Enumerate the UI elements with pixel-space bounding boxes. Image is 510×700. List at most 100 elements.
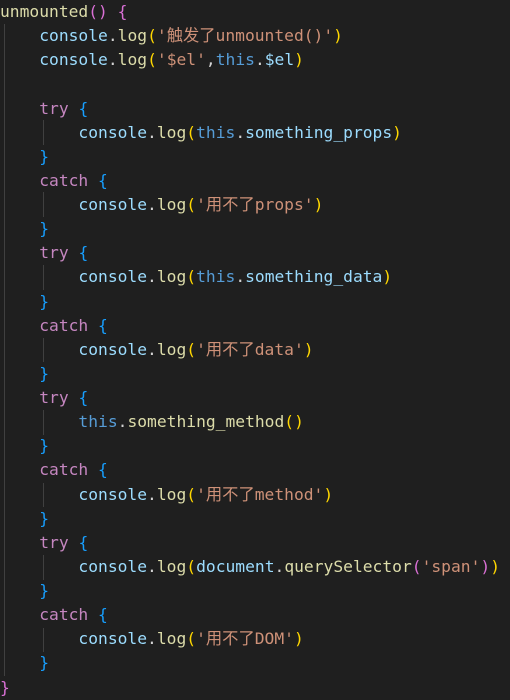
code-line[interactable]: try { [0, 386, 510, 410]
code-token: . [147, 195, 157, 214]
code-line[interactable]: } [0, 145, 510, 169]
code-token: console [39, 26, 108, 46]
code-line[interactable]: } [0, 434, 510, 458]
code-token: . [147, 122, 157, 142]
code-line[interactable]: } [0, 217, 510, 241]
code-line[interactable]: catch { [0, 169, 510, 193]
code-token: console [78, 339, 148, 359]
code-token: log [117, 50, 148, 70]
code-token: catch [39, 605, 89, 625]
code-token: ( [186, 195, 197, 214]
code-token: ) [98, 2, 108, 21]
code-line[interactable]: console.log('$el',this.$el) [0, 48, 510, 72]
code-token: log [156, 484, 187, 504]
code-token: { [78, 243, 89, 263]
code-token: 'span' [421, 556, 481, 576]
code-line[interactable]: try { [0, 531, 510, 555]
code-token: something_props [245, 122, 393, 142]
code-token: ) [313, 195, 324, 214]
code-token: ( [147, 50, 157, 70]
code-line[interactable]: console.log('触发了unmounted()') [0, 24, 510, 48]
code-line[interactable]: catch { [0, 603, 510, 627]
code-token: ) [490, 556, 501, 576]
code-line[interactable]: } [0, 651, 510, 675]
code-token: log [156, 267, 187, 287]
code-token: ( [284, 412, 295, 432]
code-line[interactable]: } [0, 579, 510, 603]
code-token: ( [186, 122, 197, 142]
code-line[interactable]: catch { [0, 314, 510, 338]
code-token: ( [186, 484, 197, 504]
code-line[interactable]: this.something_method() [0, 410, 510, 434]
code-token: '用不了DOM' [196, 629, 294, 649]
code-line[interactable]: catch { [0, 458, 510, 482]
code-line[interactable]: } [0, 362, 510, 386]
code-line[interactable] [0, 72, 510, 96]
code-token: document [196, 556, 275, 576]
code-token: } [39, 363, 50, 383]
code-token: try [39, 98, 69, 118]
code-token: { [98, 605, 108, 625]
code-token: { [117, 2, 128, 21]
code-token: . [147, 267, 157, 287]
code-token: } [39, 508, 50, 528]
code-line[interactable]: try { [0, 97, 510, 121]
code-token: ) [323, 484, 334, 504]
code-line[interactable]: try { [0, 241, 510, 265]
code-line[interactable]: unmounted() { [0, 0, 510, 24]
code-token: this [78, 412, 118, 432]
code-line[interactable]: console.log('用不了method') [0, 483, 510, 507]
code-token: ) [382, 267, 393, 287]
code-token: . [147, 629, 157, 649]
code-line[interactable]: console.log(this.something_data) [0, 265, 510, 289]
code-token: { [78, 388, 89, 407]
code-token: this [215, 50, 255, 70]
code-line[interactable]: console.log('用不了props') [0, 193, 510, 217]
code-line[interactable]: } [0, 676, 510, 700]
code-line[interactable]: console.log(document.querySelector('span… [0, 555, 510, 579]
code-token: unmounted [0, 2, 89, 21]
code-token: console [78, 629, 148, 649]
code-token: . [117, 412, 128, 432]
code-token: log [156, 195, 187, 214]
code-token: { [78, 532, 89, 552]
code-token: '用不了method' [196, 484, 324, 504]
code-token: } [39, 291, 50, 311]
code-line[interactable]: console.log(this.something_props) [0, 121, 510, 145]
code-token: } [0, 677, 10, 697]
code-token: } [39, 219, 50, 239]
code-line[interactable]: console.log('用不了DOM') [0, 627, 510, 651]
code-line[interactable]: } [0, 507, 510, 531]
code-token: ( [411, 556, 422, 576]
code-content[interactable]: unmounted() { console.log('触发了unmounted(… [0, 0, 510, 700]
code-token: '$el' [156, 50, 206, 70]
code-editor[interactable]: unmounted() { console.log('触发了unmounted(… [0, 0, 510, 700]
code-line[interactable]: } [0, 290, 510, 314]
code-line[interactable]: console.log('用不了data') [0, 338, 510, 362]
